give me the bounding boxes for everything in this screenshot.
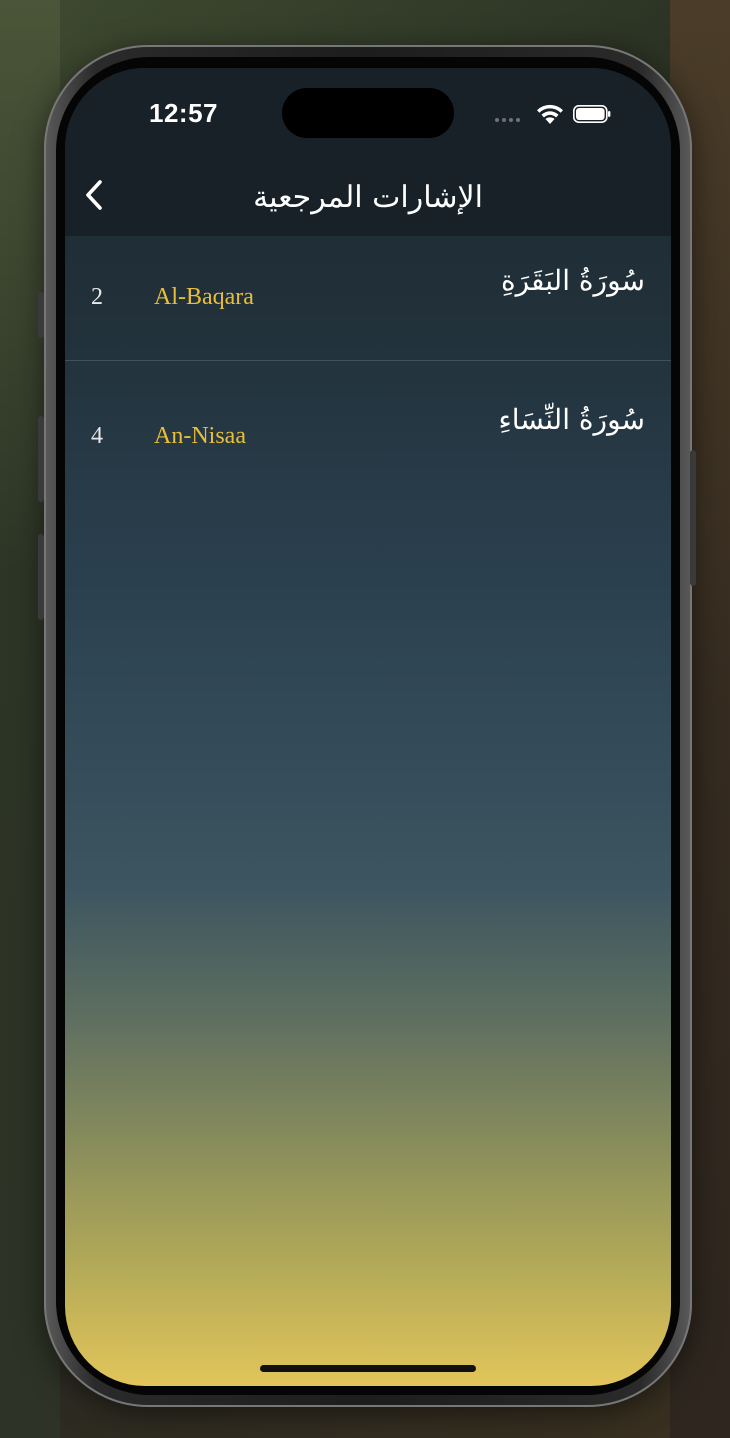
surah-arabic-name: سُورَةُ البَقَرَةِ xyxy=(500,264,645,297)
app-screen: 12:57 الإشارات المرجعية 2 Al-Baqara سُور… xyxy=(65,68,671,1386)
surah-latin-name: Al-Baqara xyxy=(154,284,254,310)
surah-number: 4 xyxy=(91,423,103,449)
volume-up-button xyxy=(38,416,44,502)
status-time: 12:57 xyxy=(149,98,218,128)
cellular-signal-icon xyxy=(495,118,520,122)
battery-icon xyxy=(573,105,611,123)
list-item[interactable]: 4 An-Nisaa سُورَةُ النِّسَاءِ xyxy=(65,375,671,515)
volume-down-button xyxy=(38,534,44,620)
surah-number: 2 xyxy=(91,284,103,310)
surah-latin-name: An-Nisaa xyxy=(154,423,246,449)
row-divider xyxy=(65,360,671,361)
action-button xyxy=(38,292,44,338)
wifi-icon xyxy=(537,104,563,124)
bookmarks-list: 2 Al-Baqara سُورَةُ البَقَرَةِ 4 An-Nisa… xyxy=(65,236,671,515)
power-button xyxy=(690,450,696,586)
list-item[interactable]: 2 Al-Baqara سُورَةُ البَقَرَةِ xyxy=(65,236,671,360)
dynamic-island xyxy=(282,88,454,138)
page-title: الإشارات المرجعية xyxy=(253,180,483,215)
surah-arabic-name: سُورَةُ النِّسَاءِ xyxy=(498,403,645,436)
home-indicator[interactable] xyxy=(260,1365,476,1372)
